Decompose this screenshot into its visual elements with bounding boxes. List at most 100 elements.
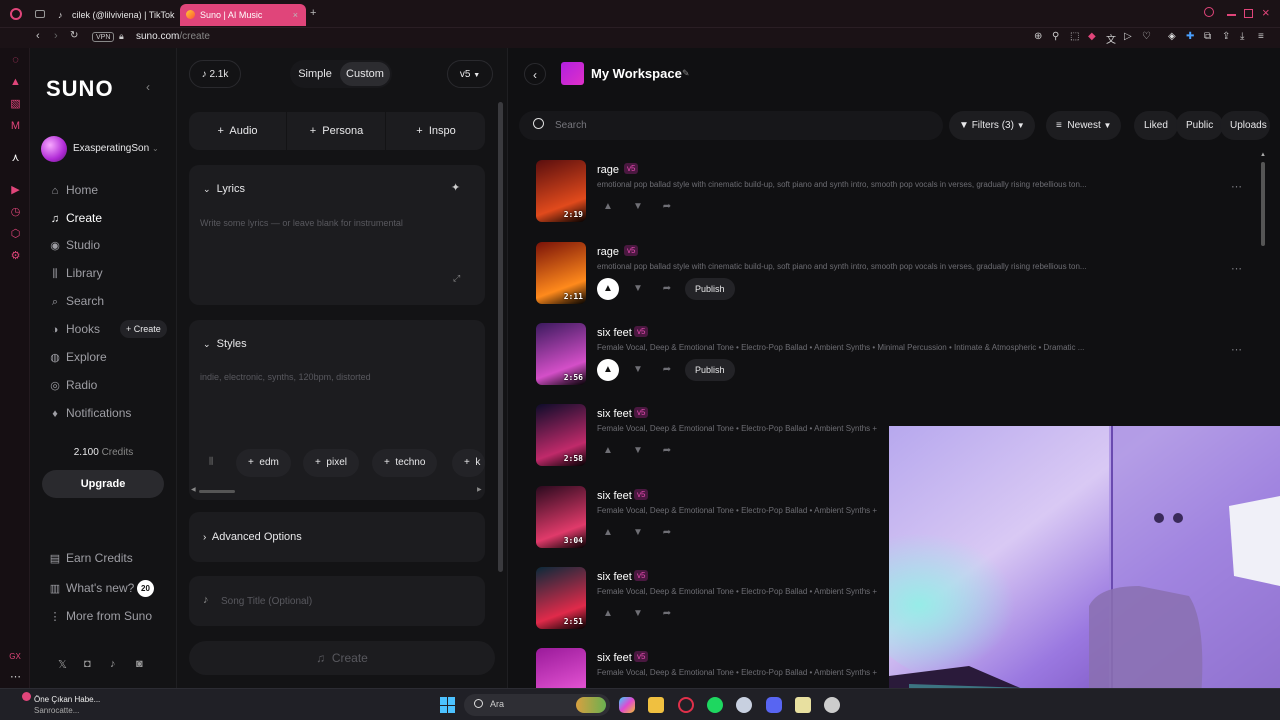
song-row[interactable]: 2:19 rage v5 emotional pop ballad style wit… xyxy=(536,160,1256,230)
zoom-icon[interactable]: ⊕ xyxy=(1034,31,1042,42)
thumbs-up-icon[interactable]: ▲ xyxy=(597,522,619,544)
nav-item-library[interactable]: ⫼ Library xyxy=(48,264,102,282)
opera-gx-icon[interactable] xyxy=(678,697,694,713)
vpn-badge[interactable]: VPN xyxy=(92,32,115,42)
news-widget[interactable]: Öne Çıkan Habe... Sanrocatte... xyxy=(8,692,128,718)
app-icon[interactable] xyxy=(824,697,840,713)
avatar[interactable] xyxy=(41,136,67,162)
bookmark-icon[interactable]: ♡ xyxy=(1142,31,1151,42)
username[interactable]: ExasperatingSon ⌄ xyxy=(73,143,159,154)
mode-simple-button[interactable]: Simple xyxy=(294,60,336,88)
scroll-thumb[interactable] xyxy=(498,102,503,572)
extension-icon[interactable]: ✚ xyxy=(1186,31,1194,42)
styles-scrollbar[interactable]: ◀ ▶ xyxy=(191,487,483,494)
more-options-icon[interactable]: ⋯ xyxy=(1231,180,1242,193)
nav-item-radio[interactable]: ◎ Radio xyxy=(48,376,97,394)
add-persona-button[interactable]: + Persona xyxy=(288,112,386,150)
styles-input[interactable]: indie, electronic, synths, 120bpm, disto… xyxy=(200,372,470,382)
style-tag[interactable]: + pixel xyxy=(303,449,359,477)
thumbs-up-icon[interactable]: ▲ xyxy=(597,440,619,462)
thumbs-up-icon[interactable]: ▲ xyxy=(597,603,619,625)
scroll-thumb[interactable] xyxy=(1261,162,1265,246)
maximize-icon[interactable] xyxy=(1244,9,1253,18)
minimize-icon[interactable] xyxy=(1227,14,1236,16)
tab-tiktok[interactable]: ♪ cilek (@lilviviena) | TikTok xyxy=(52,4,175,26)
song-title[interactable]: six feet xyxy=(597,327,632,339)
suno-sidebar-icon[interactable]: ⋏ xyxy=(10,153,21,164)
song-row[interactable]: 2:56 six feet v5 Female Vocal, Deep & Emoti… xyxy=(536,323,1256,393)
nav-item-more-from-suno[interactable]: ⋮ More from Suno xyxy=(48,607,153,625)
share-icon[interactable]: ➦ xyxy=(656,603,678,625)
thumbs-up-icon[interactable]: ▲ xyxy=(597,359,619,381)
back-icon[interactable]: ‹ xyxy=(36,30,40,42)
thumbs-down-icon[interactable]: ▼ xyxy=(627,522,649,544)
more-options-icon[interactable]: ⋯ xyxy=(1231,343,1242,356)
pin-icon[interactable]: ⚲ xyxy=(1052,31,1059,42)
magic-wand-icon[interactable]: ✦ xyxy=(451,181,467,197)
gx-icon[interactable]: GX xyxy=(8,651,22,662)
style-library-icon[interactable]: ⫼ xyxy=(209,456,213,467)
sort-button[interactable]: ≡ Newest ▼ xyxy=(1046,111,1122,140)
scroll-thumb[interactable] xyxy=(199,490,235,493)
back-button[interactable]: ‹ xyxy=(524,63,546,85)
liked-filter-button[interactable]: Liked xyxy=(1134,111,1178,140)
taskbar-search[interactable]: Ara xyxy=(464,694,610,716)
settings-icon[interactable]: ⚙ xyxy=(10,251,21,262)
song-title-input[interactable]: Song Title (Optional) xyxy=(221,596,312,607)
add-inspo-button[interactable]: + Inspo xyxy=(387,112,485,150)
share-icon[interactable]: ➦ xyxy=(656,522,678,544)
steam-icon[interactable] xyxy=(736,697,752,713)
advanced-options-header[interactable]: › Advanced Options xyxy=(203,531,302,543)
edit-pencil-icon[interactable]: ✎ xyxy=(682,68,690,79)
nav-item-explore[interactable]: ◍ Explore xyxy=(48,348,107,366)
close-window-icon[interactable]: × xyxy=(1262,5,1270,20)
discord-icon[interactable] xyxy=(766,697,782,713)
create-song-button[interactable]: ♫ Create xyxy=(189,641,495,675)
version-select[interactable]: v5 ▼ xyxy=(447,60,493,88)
add-audio-button[interactable]: + Audio xyxy=(189,112,287,150)
nav-item-earn-credits[interactable]: ▤ Earn Credits xyxy=(48,549,133,567)
filters-button[interactable]: ▼ Filters (3) ▼ xyxy=(949,111,1035,140)
song-cover[interactable] xyxy=(536,648,586,688)
url-text[interactable]: suno.com/create xyxy=(136,31,210,42)
style-tag[interactable]: + k xyxy=(452,449,485,477)
create-panel-scrollbar[interactable] xyxy=(498,102,503,622)
workspace-search-input[interactable]: Search xyxy=(519,111,943,140)
messenger-icon[interactable]: M xyxy=(10,121,21,132)
reload-icon[interactable]: ↻ xyxy=(70,30,78,41)
uploads-filter-button[interactable]: Uploads xyxy=(1220,111,1270,140)
history-icon[interactable]: ◷ xyxy=(10,207,21,218)
thumbs-down-icon[interactable]: ▼ xyxy=(627,440,649,462)
song-cover[interactable]: 2:56 xyxy=(536,323,586,385)
share-icon[interactable]: ➦ xyxy=(656,278,678,300)
spotify-icon[interactable] xyxy=(707,697,723,713)
lyrics-input[interactable]: Write some lyrics — or leave blank for i… xyxy=(200,218,470,228)
aria-icon[interactable]: ◌ xyxy=(10,55,21,66)
upgrade-button[interactable]: Upgrade xyxy=(42,470,164,498)
thumbs-down-icon[interactable]: ▼ xyxy=(627,359,649,381)
thumbs-down-icon[interactable]: ▼ xyxy=(627,278,649,300)
song-title[interactable]: six feet xyxy=(597,652,632,664)
instagram-icon[interactable]: ◘ xyxy=(84,658,91,670)
snapshot-icon[interactable]: ⬚ xyxy=(1070,31,1079,42)
song-title[interactable]: six feet xyxy=(597,490,632,502)
puzzle-icon[interactable]: ⧉ xyxy=(1204,31,1211,42)
mode-custom-button[interactable]: Custom xyxy=(340,62,390,86)
song-cover[interactable]: 2:11 xyxy=(536,242,586,304)
expand-icon[interactable]: ⤢ xyxy=(453,273,460,284)
more-dots-icon[interactable]: ⋯ xyxy=(10,672,21,683)
publish-button[interactable]: Publish xyxy=(685,278,735,300)
song-cover[interactable]: 3:04 xyxy=(536,486,586,548)
song-count-chip[interactable]: ♪ 2.1k xyxy=(189,60,241,88)
song-title[interactable]: rage xyxy=(597,246,619,258)
close-tab-icon[interactable]: × xyxy=(293,4,298,26)
song-cover[interactable]: 2:19 xyxy=(536,160,586,222)
extension-icon[interactable]: ◈ xyxy=(1168,31,1176,42)
song-title[interactable]: six feet xyxy=(597,408,632,420)
nav-item-hooks[interactable]: ◑ Hooks xyxy=(48,320,100,338)
discord-icon[interactable]: ◙ xyxy=(136,658,143,670)
opera-logo-icon[interactable] xyxy=(10,8,22,20)
search-tabs-icon[interactable] xyxy=(1204,7,1214,17)
translate-icon[interactable]: 文 xyxy=(1106,31,1116,46)
song-row[interactable]: 2:11 rage v5 emotional pop ballad style wit… xyxy=(536,242,1256,312)
